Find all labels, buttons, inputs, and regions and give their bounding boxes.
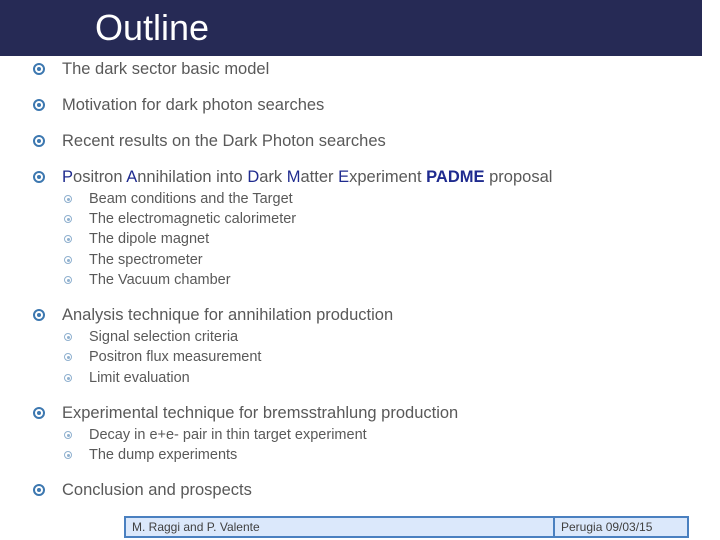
- target-bullet-icon: [64, 451, 72, 459]
- title-bar: Outline: [0, 0, 702, 56]
- target-bullet-icon: [64, 256, 72, 264]
- text-segment: xperiment: [349, 168, 427, 186]
- target-bullet-icon: [64, 353, 72, 361]
- target-bullet-icon: [33, 484, 45, 496]
- outline-item-text: The dark sector basic model: [62, 60, 270, 78]
- target-bullet-icon: [33, 63, 45, 75]
- outline-item-text: Recent results on the Dark Photon search…: [62, 132, 386, 150]
- target-bullet-icon: [64, 195, 72, 203]
- text-segment: ark: [259, 168, 287, 186]
- outline-subitem-text: Signal selection criteria: [89, 329, 239, 345]
- target-bullet-icon: [64, 235, 72, 243]
- acronym-letter: E: [338, 168, 350, 186]
- outline-subitem-text: The dipole magnet: [89, 231, 210, 247]
- acronym-letter: D: [247, 168, 260, 186]
- outline-subitem-text: The electromagnetic calorimeter: [89, 211, 297, 227]
- outline-subitem-text: Limit evaluation: [89, 370, 190, 386]
- outline-item-text: Positron Annihilation into Dark Matter E…: [62, 167, 552, 187]
- text-segment: atter: [300, 168, 339, 186]
- target-bullet-icon: [64, 333, 72, 341]
- outline-item-text: Analysis technique for annihilation prod…: [62, 306, 394, 324]
- footer-place-date: Perugia 09/03/15: [553, 516, 689, 538]
- target-bullet-icon: [64, 215, 72, 223]
- target-bullet-icon: [64, 374, 72, 382]
- outline-subitem-text: Positron flux measurement: [89, 349, 262, 365]
- target-bullet-icon: [33, 171, 45, 183]
- slide-title: Outline: [95, 7, 210, 48]
- acronym-letter: M: [286, 168, 301, 186]
- outline-subitem-text: The spectrometer: [89, 252, 203, 268]
- acronym-letter: A: [126, 168, 138, 186]
- text-segment: nnihilation into: [137, 168, 248, 186]
- outline-item-text: Motivation for dark photon searches: [62, 96, 325, 114]
- target-bullet-icon: [33, 99, 45, 111]
- target-bullet-icon: [64, 276, 72, 284]
- outline-item-text: Conclusion and prospects: [62, 481, 252, 499]
- footer-authors: M. Raggi and P. Valente: [124, 516, 555, 538]
- acronym-letter: P: [62, 168, 74, 186]
- target-bullet-icon: [33, 135, 45, 147]
- outline-subitem-text: Beam conditions and the Target: [89, 191, 293, 207]
- outline-subitem-text: Decay in e+e- pair in thin target experi…: [89, 427, 367, 443]
- text-segment: proposal: [484, 168, 553, 186]
- acronym-padme: PADME: [426, 168, 485, 186]
- target-bullet-icon: [33, 309, 45, 321]
- target-bullet-icon: [64, 431, 72, 439]
- outline-item-text: Experimental technique for bremsstrahlun…: [62, 404, 459, 422]
- target-bullet-icon: [33, 407, 45, 419]
- outline-subitem-text: The Vacuum chamber: [89, 272, 231, 288]
- outline-subitem-text: The dump experiments: [89, 447, 238, 463]
- text-segment: ositron: [73, 168, 127, 186]
